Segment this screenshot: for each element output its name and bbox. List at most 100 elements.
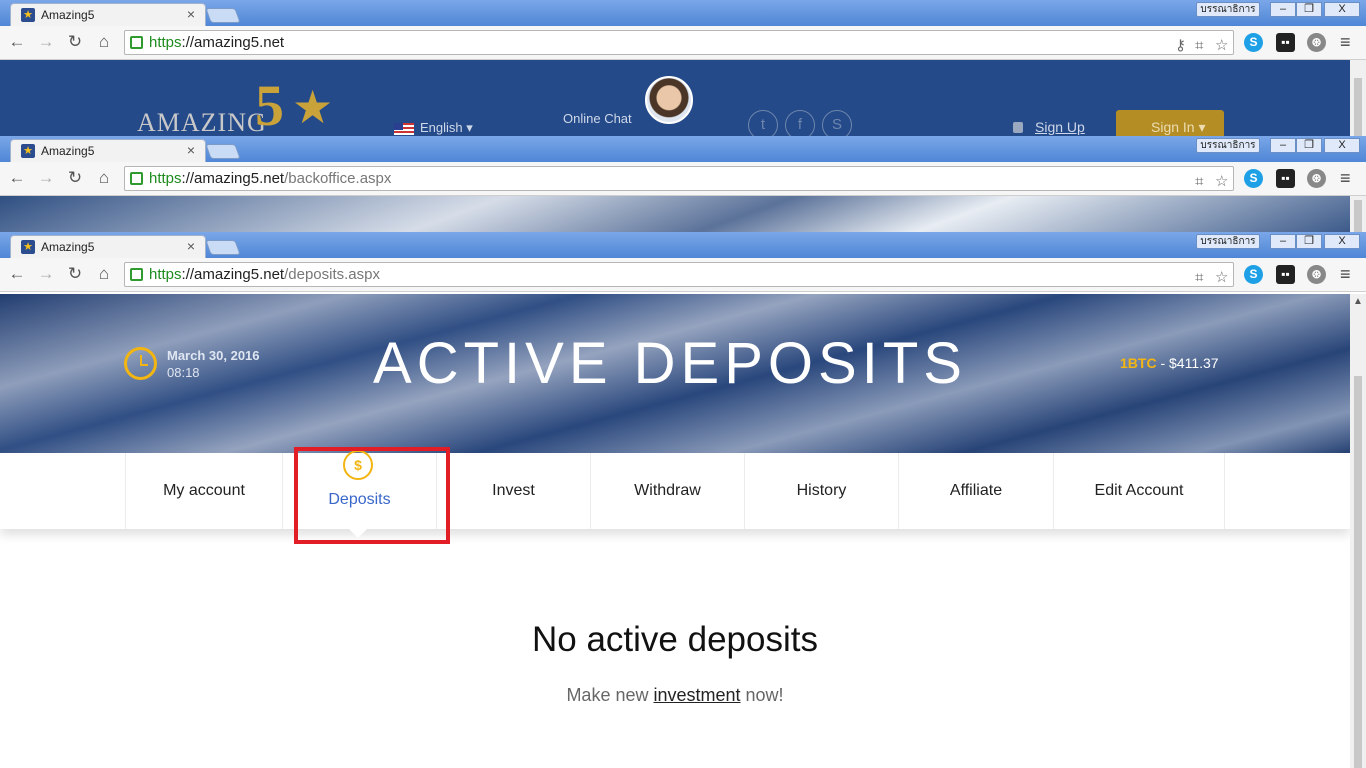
profile-button[interactable]: บรรณาธิการ [1196,234,1260,249]
address-bar[interactable]: https://amazing5.net/deposits.aspx ⌗ ☆ [124,262,1234,287]
scrollbar-thumb[interactable] [1354,200,1362,232]
browser-tab[interactable]: ★ Amazing5 × [10,235,206,258]
tab-close-icon[interactable]: × [187,6,195,22]
address-bar[interactable]: https://amazing5.net ⚷ ⌗ ☆ [124,30,1234,55]
hamburger-menu-icon[interactable]: ≡ [1340,168,1351,189]
close-window-button[interactable]: X [1324,2,1360,17]
home-icon[interactable]: ⌂ [94,264,114,284]
minimize-button[interactable]: – [1270,2,1296,17]
scrollbar[interactable] [1350,196,1366,232]
scroll-up-icon[interactable]: ▲ [1353,296,1363,307]
forward-arrow-icon[interactable]: → [36,264,56,284]
home-icon[interactable]: ⌂ [94,168,114,188]
title-bar: ★ Amazing5 × บรรณาธิการ – ❐ X [0,136,1366,162]
bookmark-star-icon[interactable]: ☆ [1215,170,1228,193]
sign-up-link[interactable]: Sign Up [1035,119,1085,135]
site-header: AMAZING 5 ★ English ▾ Online Chat t f S … [0,60,1366,136]
lock-icon [130,172,143,185]
hamburger-menu-icon[interactable]: ≡ [1340,264,1351,285]
browser-window-1: ★ Amazing5 × บรรณาธิการ – ❐ X ← → ↻ ⌂ ht… [0,0,1366,136]
maximize-button[interactable]: ❐ [1296,138,1322,153]
profile-button[interactable]: บรรณาธิการ [1196,138,1260,153]
new-tab-button[interactable] [205,8,241,23]
nav-item-edit-account[interactable]: Edit Account [1053,453,1225,529]
translate-icon[interactable]: ⌗ [1195,170,1203,193]
online-chat-label[interactable]: Online Chat [563,111,632,126]
bookmark-star-icon[interactable]: ☆ [1215,266,1228,289]
browser-window-3: ★ Amazing5 × บรรณาธิการ – ❐ X ← → ↻ ⌂ ht… [0,232,1366,294]
minimize-button[interactable]: – [1270,234,1296,249]
extension-icon[interactable]: ▪▪ [1276,265,1295,284]
favicon-icon: ★ [21,240,35,254]
maximize-button[interactable]: ❐ [1296,2,1322,17]
nav-item-invest[interactable]: Invest [436,453,590,529]
close-window-button[interactable]: X [1324,138,1360,153]
extension-reel-icon[interactable]: ⊛ [1307,33,1326,52]
skype-extension-icon[interactable]: S [1244,265,1263,284]
browser-tab[interactable]: ★ Amazing5 × [10,3,206,26]
tab-title: Amazing5 [41,144,95,158]
current-time: 08:18 [167,365,200,380]
nav-item-my-account[interactable]: My account [125,453,282,529]
home-icon[interactable]: ⌂ [94,32,114,52]
reload-icon[interactable]: ↻ [65,168,85,188]
url-text: https://amazing5.net/deposits.aspx [149,266,380,283]
extension-reel-icon[interactable]: ⊛ [1307,265,1326,284]
extension-icon[interactable]: ▪▪ [1276,33,1295,52]
favicon-icon: ★ [21,144,35,158]
back-arrow-icon[interactable]: ← [7,32,27,52]
forward-arrow-icon[interactable]: → [36,32,56,52]
back-arrow-icon[interactable]: ← [7,168,27,188]
chat-avatar[interactable] [645,76,693,124]
language-selector[interactable]: English ▾ [394,120,473,136]
sign-in-button[interactable]: Sign In ▾ [1116,110,1224,136]
extension-icon[interactable]: ▪▪ [1276,169,1295,188]
skype-icon[interactable]: S [822,110,852,136]
maximize-button[interactable]: ❐ [1296,234,1322,249]
nav-item-withdraw[interactable]: Withdraw [590,453,744,529]
title-bar: ★ Amazing5 × บรรณาธิการ – ❐ X [0,232,1366,258]
title-bar: ★ Amazing5 × บรรณาธิการ – ❐ X [0,0,1366,26]
scrollbar[interactable]: ▲ [1350,294,1366,768]
tab-close-icon[interactable]: × [187,238,195,254]
empty-state-title: No active deposits [532,620,818,659]
lock-icon [130,36,143,49]
url-text: https://amazing5.net [149,34,285,51]
nav-item-affiliate[interactable]: Affiliate [898,453,1053,529]
twitter-icon[interactable]: t [748,110,778,136]
profile-button[interactable]: บรรณาธิการ [1196,2,1260,17]
logo-star-icon: ★ [292,81,334,133]
site-logo-text[interactable]: AMAZING [137,108,267,136]
browser-tab[interactable]: ★ Amazing5 × [10,139,206,162]
us-flag-icon [394,122,414,135]
close-window-button[interactable]: X [1324,234,1360,249]
nav-item-history[interactable]: History [744,453,898,529]
skype-extension-icon[interactable]: S [1244,169,1263,188]
investment-link[interactable]: investment [653,685,740,705]
browser-toolbar: ← → ↻ ⌂ https://amazing5.net/deposits.as… [0,258,1366,292]
url-text: https://amazing5.net/backoffice.aspx [149,170,392,187]
extension-reel-icon[interactable]: ⊛ [1307,169,1326,188]
new-tab-button[interactable] [205,144,241,159]
forward-arrow-icon[interactable]: → [36,168,56,188]
back-arrow-icon[interactable]: ← [7,264,27,284]
scrollbar-thumb[interactable] [1354,376,1362,768]
new-tab-button[interactable] [205,240,241,255]
tab-close-icon[interactable]: × [187,142,195,158]
bookmark-star-icon[interactable]: ☆ [1215,34,1228,57]
address-bar[interactable]: https://amazing5.net/backoffice.aspx ⌗ ☆ [124,166,1234,191]
skype-extension-icon[interactable]: S [1244,33,1263,52]
facebook-icon[interactable]: f [785,110,815,136]
browser-window-2: ★ Amazing5 × บรรณาธิการ – ❐ X ← → ↻ ⌂ ht… [0,136,1366,232]
translate-icon[interactable]: ⌗ [1195,266,1203,289]
empty-state-message: Make new investment now! [566,685,784,705]
hamburger-menu-icon[interactable]: ≡ [1340,32,1351,53]
translate-icon[interactable]: ⌗ [1195,34,1203,57]
reload-icon[interactable]: ↻ [65,32,85,52]
key-icon[interactable]: ⚷ [1175,34,1186,57]
reload-icon[interactable]: ↻ [65,264,85,284]
scrollbar[interactable] [1350,60,1366,136]
site-logo-number: 5 [255,73,284,136]
minimize-button[interactable]: – [1270,138,1296,153]
scrollbar-thumb[interactable] [1354,78,1362,136]
